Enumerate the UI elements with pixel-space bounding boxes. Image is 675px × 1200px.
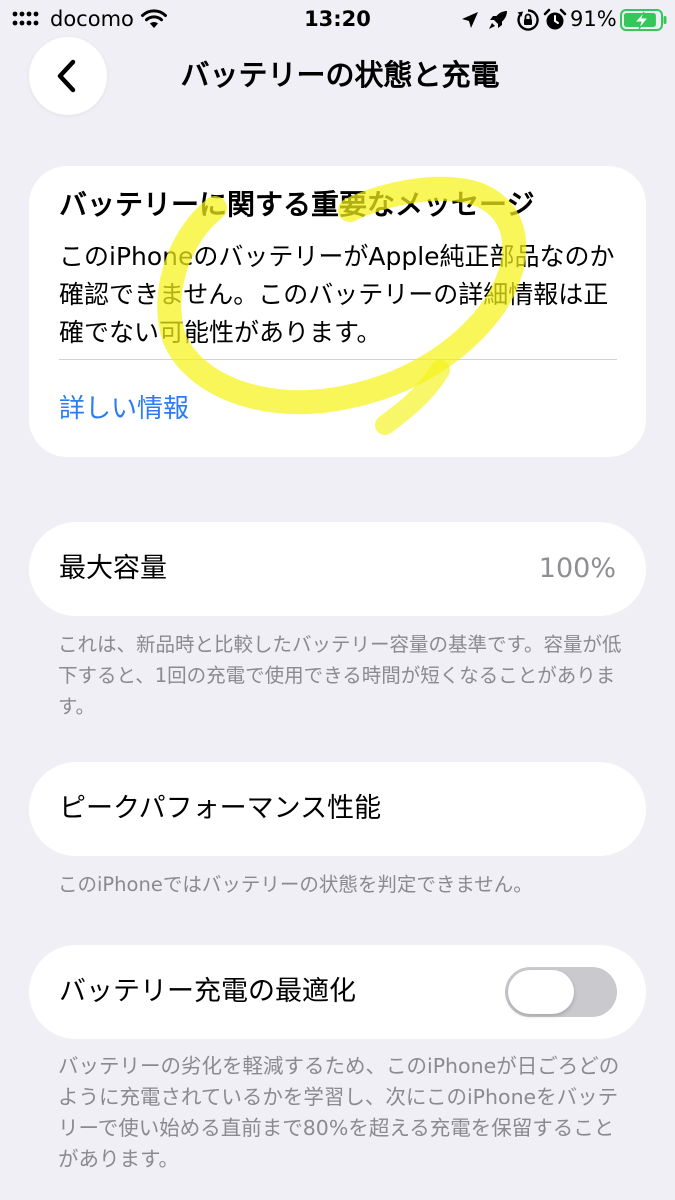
- optimized-charging-toggle[interactable]: [505, 967, 617, 1017]
- optimized-charging-row: バッテリー充電の最適化: [29, 945, 646, 1039]
- max-capacity-row: 最大容量 100%: [29, 522, 646, 616]
- rocket-icon: [489, 11, 507, 29]
- back-button[interactable]: [29, 37, 107, 115]
- location-icon: [462, 12, 478, 28]
- peak-performance-row: ピークパフォーマンス性能: [29, 762, 646, 856]
- peak-performance-label: ピークパフォーマンス性能: [59, 793, 382, 824]
- battery-percentage: 91%: [570, 7, 617, 31]
- page-title: バッテリーの状態と充電: [180, 58, 500, 92]
- orientation-lock-icon: [517, 9, 539, 31]
- optimized-charging-label: バッテリー充電の最適化: [59, 976, 356, 1007]
- message-body: このiPhoneのバッテリーがApple純正部品なのか確認できません。このバッテ…: [59, 242, 615, 347]
- max-capacity-value: 100%: [538, 553, 616, 584]
- chevron-left-icon: [57, 59, 76, 93]
- message-title: バッテリーに関する重要なメッセージ: [59, 188, 535, 221]
- battery-message-card: バッテリーに関する重要なメッセージ このiPhoneのバッテリーがApple純正…: [29, 166, 646, 457]
- max-capacity-label: 最大容量: [59, 553, 167, 584]
- battery-charging-icon: [620, 9, 667, 31]
- peak-performance-footnote: このiPhoneではバッテリーの状態を判定できません。: [58, 873, 533, 896]
- max-capacity-footnote: これは、新品時と比較したバッテリー容量の基準です。容量が低下すると、1回の充電で…: [58, 633, 622, 718]
- status-bar: docomo 13:20 91%: [0, 0, 675, 40]
- toggle-knob: [508, 970, 574, 1014]
- optimized-charging-footnote: バッテリーの劣化を軽減するため、このiPhoneが日ごろどのように充電されている…: [58, 1054, 620, 1171]
- learn-more-link[interactable]: 詳しい情報: [59, 391, 189, 427]
- alarm-icon: [543, 8, 567, 30]
- divider: [59, 359, 617, 360]
